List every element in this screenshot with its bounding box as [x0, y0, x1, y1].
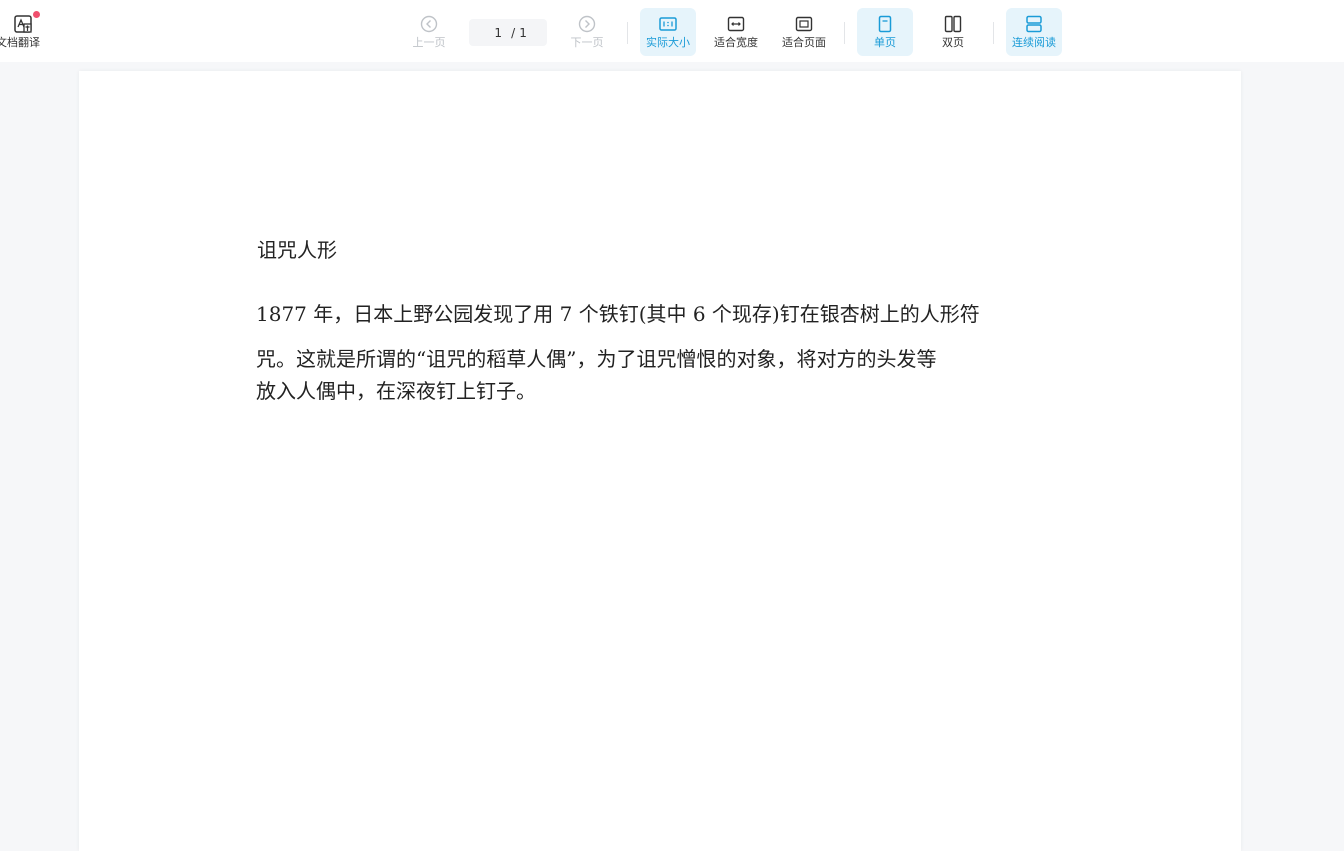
- continuous-reading-icon: [1024, 14, 1044, 34]
- next-page-label: 下一页: [570, 36, 604, 49]
- double-page-label: 双页: [942, 36, 964, 49]
- translate-button[interactable]: 文档翻译: [0, 6, 46, 54]
- document-line: 放入人偶中，在深夜钉上钉子。: [256, 379, 536, 403]
- actual-size-icon: [658, 14, 678, 34]
- toolbar-divider: [844, 22, 845, 44]
- single-page-button[interactable]: 单页: [857, 8, 913, 56]
- translate-label: 文档翻译: [0, 36, 40, 49]
- continuous-reading-label: 连续阅读: [1012, 36, 1056, 49]
- document-line: 咒。这就是所谓的“诅咒的稻草人偶”，为了诅咒憎恨的对象，将对方的头发等: [256, 347, 937, 371]
- double-page-icon: [943, 14, 963, 34]
- toolbar: 文档翻译 上一页 / 1 下一页: [0, 0, 1344, 62]
- page-separator: /: [511, 25, 516, 40]
- fit-page-button[interactable]: 适合页面: [776, 8, 832, 56]
- toolbar-divider: [627, 22, 628, 44]
- translate-icon: [13, 14, 33, 34]
- fit-page-label: 适合页面: [782, 36, 826, 49]
- notification-dot: [33, 11, 40, 18]
- document-page: 诅咒人形 1877 年，日本上野公园发现了用 7 个铁钉(其中 6 个现存)钉在…: [79, 71, 1241, 851]
- page-indicator: / 1: [469, 19, 547, 46]
- continuous-reading-button[interactable]: 连续阅读: [1006, 8, 1062, 56]
- next-page-button[interactable]: 下一页: [562, 8, 612, 56]
- prev-page-label: 上一页: [412, 36, 446, 49]
- page-total: 1: [519, 25, 527, 40]
- actual-size-button[interactable]: 实际大小: [640, 8, 696, 56]
- page-number-input[interactable]: [489, 25, 508, 40]
- fit-width-label: 适合宽度: [714, 36, 758, 49]
- single-page-label: 单页: [874, 36, 896, 49]
- actual-size-label: 实际大小: [646, 36, 690, 49]
- fit-page-icon: [794, 14, 814, 34]
- chevron-right-circle-icon: [577, 14, 597, 34]
- document-body: 1877 年，日本上野公园发现了用 7 个铁钉(其中 6 个现存)钉在银杏树上的…: [256, 297, 1076, 407]
- prev-page-button[interactable]: 上一页: [404, 8, 454, 56]
- document-line: 1877 年，日本上野公园发现了用 7 个铁钉(其中 6 个现存)钉在银杏树上的…: [256, 302, 980, 326]
- fit-width-icon: [726, 14, 746, 34]
- fit-width-button[interactable]: 适合宽度: [708, 8, 764, 56]
- single-page-icon: [875, 14, 895, 34]
- chevron-left-circle-icon: [419, 14, 439, 34]
- document-title: 诅咒人形: [257, 238, 337, 262]
- toolbar-divider: [993, 22, 994, 44]
- double-page-button[interactable]: 双页: [925, 8, 981, 56]
